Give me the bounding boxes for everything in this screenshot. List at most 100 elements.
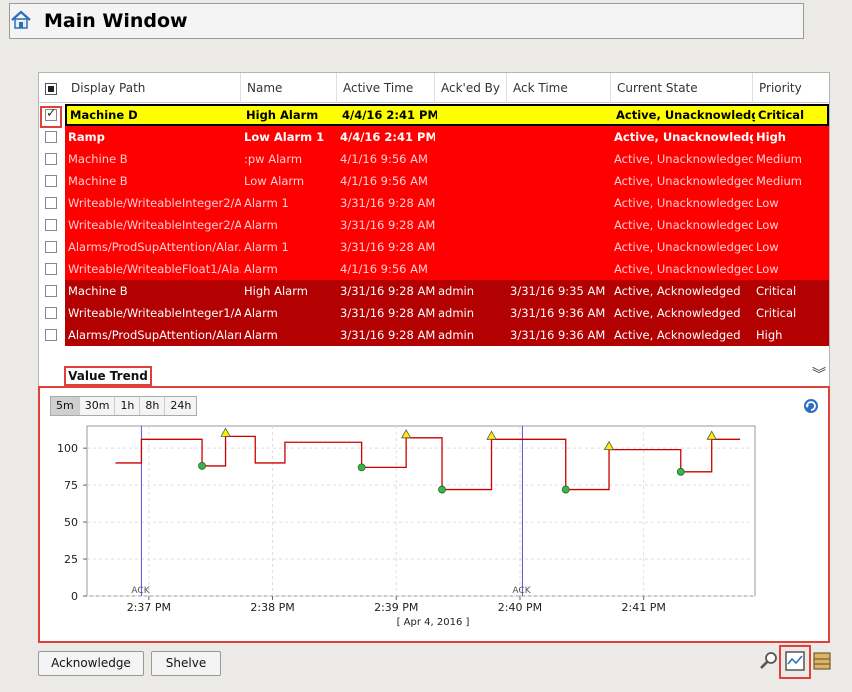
table-cell: 3/31/16 9:36 AM bbox=[510, 306, 606, 320]
circle-marker bbox=[357, 463, 366, 472]
table-cell: 4/4/16 2:41 PM bbox=[340, 130, 435, 144]
table-cell: Machine B bbox=[68, 284, 128, 298]
alarm-table: Display Path Name Active Time Ack'ed By … bbox=[38, 72, 830, 390]
table-cell: 4/1/16 9:56 AM bbox=[340, 262, 428, 276]
table-cell bbox=[507, 214, 611, 236]
row-checkbox[interactable] bbox=[45, 263, 57, 275]
table-cell: Low bbox=[756, 196, 779, 210]
table-cell: 3/31/16 9:28 AM bbox=[340, 328, 435, 342]
table-cell bbox=[435, 258, 507, 280]
row-cells: Alarms/ProdSupAttention/Alarm Alarm 3/31/1… bbox=[65, 324, 829, 346]
table-cell: Low Alarm bbox=[244, 174, 305, 188]
table-cell bbox=[507, 148, 611, 170]
row-checkbox[interactable] bbox=[45, 219, 57, 231]
circle-marker bbox=[438, 485, 446, 494]
table-row[interactable]: Machine B High Alarm 3/31/16 9:28 AM admin 3… bbox=[39, 280, 829, 302]
table-cell: Active, Unacknowledg... bbox=[614, 130, 753, 144]
table-row[interactable]: Alarms/ProdSupAttention/Alar... Alarm 1 3/… bbox=[39, 236, 829, 258]
select-all-checkbox[interactable] bbox=[45, 83, 57, 95]
circle-marker bbox=[676, 467, 685, 476]
table-cell: Alarm 1 bbox=[244, 196, 289, 210]
table-cell: Machine D bbox=[70, 108, 138, 122]
table-cell: Medium bbox=[756, 174, 802, 188]
checkbox-highlight bbox=[40, 106, 62, 128]
column-header[interactable]: Ack Time bbox=[507, 73, 611, 103]
table-row[interactable]: Machine B:pw Alarm 4/1/16 9:56 AM Active, … bbox=[39, 148, 829, 170]
table-cell: 3/31/16 9:28 AM bbox=[340, 284, 435, 298]
row-checkbox[interactable] bbox=[45, 241, 57, 253]
table-cell: Medium bbox=[756, 152, 802, 166]
column-header[interactable]: Current State bbox=[611, 73, 753, 103]
table-row[interactable]: Writeable/WriteableFloat1/Ala... Alarm 4/1… bbox=[39, 258, 829, 280]
table-header: Display Path Name Active Time Ack'ed By … bbox=[39, 73, 829, 103]
y-tick-label: 100 bbox=[57, 442, 78, 455]
table-row[interactable]: Alarms/ProdSupAttention/Alarm Alarm 3/31/1… bbox=[39, 324, 829, 346]
row-cells: Writeable/WriteableInteger1/A... Alarm 3/3… bbox=[65, 302, 829, 324]
table-cell bbox=[437, 106, 509, 128]
table-cell: 3/31/16 9:35 AM bbox=[510, 284, 606, 298]
table-cell: Alarms/ProdSupAttention/Alar... bbox=[68, 240, 241, 254]
row-cells: Machine D High Alarm 4/4/16 2:41 PM Active,… bbox=[65, 104, 829, 126]
table-cell: Low bbox=[756, 262, 779, 276]
table-cell: 4/1/16 9:56 AM bbox=[340, 174, 428, 188]
column-header[interactable]: Active Time bbox=[337, 73, 435, 103]
table-row[interactable]: Writeable/WriteableInteger1/A... Alarm 3/3… bbox=[39, 302, 829, 324]
row-cells: Machine B Low Alarm 4/1/16 9:56 AM Active, … bbox=[65, 170, 829, 192]
column-header[interactable]: Display Path bbox=[65, 73, 241, 103]
table-cell: Active, Unacknowledged bbox=[614, 218, 753, 232]
x-tick-label: 2:39 PM bbox=[374, 601, 418, 614]
x-axis-label: [ Apr 4, 2016 ] bbox=[397, 617, 470, 628]
column-header[interactable]: Ack'ed By bbox=[435, 73, 507, 103]
search-icon[interactable] bbox=[757, 649, 781, 673]
table-cell: Active, Acknowledged bbox=[614, 284, 741, 298]
table-cell: Active, Unacknowledg... bbox=[616, 108, 755, 122]
row-checkbox[interactable] bbox=[45, 175, 57, 187]
table-cell bbox=[435, 192, 507, 214]
table-cell: 3/31/16 9:28 AM bbox=[340, 240, 435, 254]
table-cell: High Alarm bbox=[246, 108, 319, 122]
table-row[interactable]: Ramp Low Alarm 1 4/4/16 2:41 PM Active, Una… bbox=[39, 126, 829, 148]
table-cell: Alarm bbox=[244, 262, 278, 276]
home-icon[interactable] bbox=[10, 9, 32, 31]
shelved-icon[interactable] bbox=[810, 649, 834, 673]
x-tick-label: 2:41 PM bbox=[622, 601, 666, 614]
row-checkbox[interactable] bbox=[45, 197, 57, 209]
table-cell bbox=[509, 106, 613, 128]
table-cell: High bbox=[756, 328, 783, 342]
table-row[interactable]: Machine D High Alarm 4/4/16 2:41 PM Active,… bbox=[39, 104, 829, 126]
row-cells: Alarms/ProdSupAttention/Alar... Alarm 1 3/… bbox=[65, 236, 829, 258]
table-cell bbox=[507, 192, 611, 214]
table-cell: Writeable/WriteableInteger1/A... bbox=[68, 306, 241, 320]
tab-value-trend[interactable]: Value Trend bbox=[64, 366, 152, 386]
table-row[interactable]: Writeable/WriteableInteger2/A... Alarm 3/3… bbox=[39, 214, 829, 236]
row-checkbox[interactable] bbox=[45, 329, 57, 341]
value-trend-chart: 0 25 50 75 100 2:37 PM 2:38 PM 2:39 PM 2:40 PM 2:… bbox=[57, 425, 756, 628]
table-cell: Critical bbox=[758, 108, 805, 122]
window-title-bar: Main Window bbox=[9, 3, 804, 39]
table-cell bbox=[507, 170, 611, 192]
table-cell: 4/1/16 9:56 AM bbox=[340, 152, 428, 166]
y-tick-label: 0 bbox=[71, 590, 78, 603]
column-header[interactable]: Priority bbox=[753, 73, 829, 103]
table-cell: 3/31/16 9:28 AM bbox=[340, 306, 435, 320]
table-cell bbox=[507, 126, 611, 148]
column-header[interactable]: Name bbox=[241, 73, 337, 103]
row-checkbox[interactable] bbox=[45, 131, 57, 143]
table-cell: 3/31/16 9:36 AM bbox=[510, 328, 606, 342]
y-tick-label: 75 bbox=[64, 479, 78, 492]
table-cell: Active, Unacknowledged bbox=[614, 152, 753, 166]
table-cell: Active, Unacknowledged bbox=[614, 196, 753, 210]
table-cell: 3/31/16 9:28 AM bbox=[340, 218, 435, 232]
row-checkbox[interactable] bbox=[45, 285, 57, 297]
shelve-button[interactable]: Shelve bbox=[151, 651, 221, 676]
table-cell: Alarm bbox=[244, 328, 278, 342]
table-row[interactable]: Machine B Low Alarm 4/1/16 9:56 AM Active, … bbox=[39, 170, 829, 192]
row-checkbox[interactable] bbox=[45, 307, 57, 319]
row-checkbox[interactable] bbox=[45, 153, 57, 165]
y-tick-label: 50 bbox=[64, 516, 78, 529]
acknowledge-button[interactable]: Acknowledge bbox=[38, 651, 144, 676]
table-cell: Writeable/WriteableInteger2/A... bbox=[68, 196, 241, 210]
row-cells: Writeable/WriteableFloat1/Ala... Alarm 4/1… bbox=[65, 258, 829, 280]
collapse-chevrons-icon[interactable]: ︾ bbox=[812, 364, 826, 384]
table-row[interactable]: Writeable/WriteableInteger2/A... Alarm 1 3… bbox=[39, 192, 829, 214]
